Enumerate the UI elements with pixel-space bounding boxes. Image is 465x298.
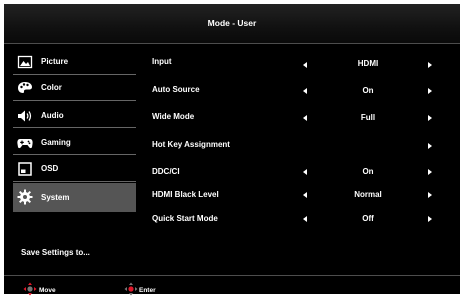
header-bar: Mode - User: [4, 4, 460, 43]
left-arrow-icon[interactable]: [303, 216, 307, 222]
sidebar-divider: [13, 74, 136, 75]
sidebar-item-picture[interactable]: Picture: [13, 50, 136, 74]
setting-label: HDMI Black Level: [152, 190, 219, 199]
dpad-enter-icon: [124, 282, 138, 296]
left-arrow-icon[interactable]: [303, 115, 307, 121]
left-arrow-icon[interactable]: [303, 169, 307, 175]
setting-label: Hot Key Assignment: [152, 140, 230, 149]
footer-divider: [4, 275, 460, 276]
sidebar-divider: [13, 127, 136, 128]
right-arrow-icon[interactable]: [428, 169, 432, 175]
sidebar-item-label: Gaming: [41, 138, 71, 147]
setting-value: Off: [362, 214, 374, 223]
setting-value: On: [362, 167, 374, 176]
setting-label: Auto Source: [152, 85, 200, 94]
page-title: Mode - User: [207, 18, 257, 28]
sidebar-divider: [13, 181, 136, 182]
setting-label: DDC/CI: [152, 167, 180, 176]
palette-icon: [18, 82, 32, 93]
sidebar-item-osd[interactable]: OSD: [13, 157, 136, 181]
right-arrow-icon[interactable]: [428, 192, 432, 198]
gear-icon: [17, 189, 33, 205]
save-settings-button[interactable]: Save Settings to...: [21, 248, 90, 257]
right-arrow-icon[interactable]: [428, 62, 432, 68]
sidebar-divider: [13, 154, 136, 155]
right-arrow-icon[interactable]: [428, 143, 432, 149]
setting-value: Full: [360, 113, 376, 122]
setting-value: On: [362, 86, 374, 95]
speaker-icon: [18, 110, 32, 122]
right-arrow-icon[interactable]: [428, 115, 432, 121]
left-arrow-icon[interactable]: [303, 62, 307, 68]
sidebar-item-label: Audio: [41, 111, 64, 120]
sidebar-item-label: OSD: [41, 164, 59, 173]
setting-label: Input: [152, 57, 172, 66]
gamepad-icon: [17, 139, 33, 149]
header-divider: [4, 43, 460, 44]
dpad-move-icon: [23, 282, 37, 296]
sidebar-divider: [13, 100, 136, 101]
right-arrow-icon[interactable]: [428, 88, 432, 94]
sidebar-item-label: Picture: [41, 57, 69, 66]
sidebar-item-system[interactable]: System: [13, 183, 136, 212]
right-arrow-icon[interactable]: [428, 216, 432, 222]
footer-enter-label: Enter: [139, 287, 156, 294]
left-arrow-icon[interactable]: [303, 88, 307, 94]
setting-label: Wide Mode: [152, 112, 195, 121]
setting-value: HDMI: [357, 59, 379, 68]
left-arrow-icon[interactable]: [303, 192, 307, 198]
footer-move-label: Move: [39, 287, 56, 294]
sidebar-item-color[interactable]: Color: [13, 76, 136, 100]
picture-icon: [17, 55, 33, 69]
sidebar-item-audio[interactable]: Audio: [13, 104, 136, 128]
osd-window-icon: [18, 162, 32, 176]
sidebar-item-label: System: [41, 193, 70, 202]
setting-value: Normal: [354, 190, 382, 199]
setting-label: Quick Start Mode: [152, 214, 218, 223]
sidebar-item-gaming[interactable]: Gaming: [13, 131, 136, 155]
sidebar-item-label: Color: [41, 83, 62, 92]
